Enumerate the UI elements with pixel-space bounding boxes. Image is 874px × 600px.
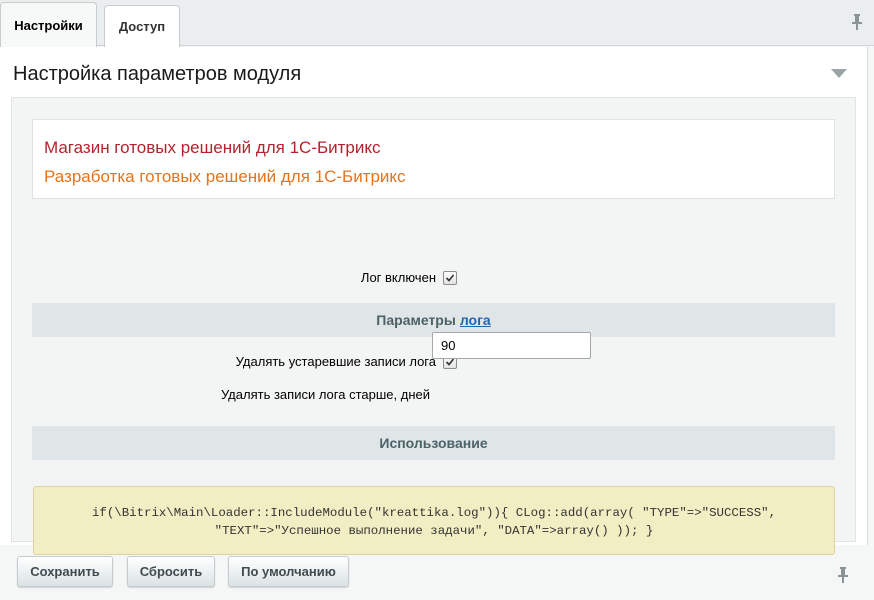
panel-title: Настройка параметров модуля (13, 63, 302, 85)
delete-days-row: Удалять записи лога старше, дней (12, 387, 430, 402)
tab-bar: Настройки Доступ (0, 0, 874, 47)
section-usage-label: Использование (379, 435, 488, 451)
log-enabled-row: Лог включен (12, 270, 457, 285)
usage-code-block: if(\Bitrix\Main\Loader::IncludeModule("k… (33, 486, 835, 555)
section-log-params-label: Параметры (376, 312, 456, 328)
tab-settings[interactable]: Настройки (0, 2, 97, 47)
section-log-params-link[interactable]: лога (460, 312, 491, 328)
pin-icon[interactable] (836, 566, 850, 584)
default-button[interactable]: По умолчанию (228, 556, 349, 587)
settings-panel: Настройка параметров модуля Магазин гото… (0, 47, 868, 555)
module-settings-page: Настройки Доступ Настройка параметров мо… (0, 0, 874, 600)
pin-icon[interactable] (850, 13, 864, 31)
vendor-banner: Магазин готовых решений для 1С-Битрикс Р… (32, 119, 835, 199)
delete-old-label: Удалять устаревшие записи лога (235, 354, 436, 369)
delete-days-label: Удалять записи лога старше, дней (220, 387, 430, 402)
vendor-link-development[interactable]: Разработка готовых решений для 1С-Битрик… (44, 167, 406, 187)
delete-days-input[interactable] (432, 332, 591, 359)
log-enabled-checkbox[interactable] (443, 270, 457, 285)
section-usage: Использование (32, 426, 835, 460)
vendor-link-shop[interactable]: Магазин готовых решений для 1С-Битрикс (44, 138, 381, 158)
settings-form: Магазин готовых решений для 1С-Битрикс Р… (11, 97, 856, 555)
reset-button[interactable]: Сбросить (127, 556, 215, 587)
tab-access[interactable]: Доступ (104, 5, 180, 47)
save-button[interactable]: Сохранить (17, 556, 113, 587)
log-enabled-label: Лог включен (360, 270, 436, 285)
checkmark-icon (445, 273, 455, 282)
delete-old-row: Удалять устаревшие записи лога (12, 354, 457, 369)
code-line-2: "TEXT"=>"Успешное выполнение задачи", "D… (214, 524, 654, 538)
code-line-1: if(\Bitrix\Main\Loader::IncludeModule("k… (91, 506, 777, 520)
chevron-down-icon[interactable] (831, 69, 847, 79)
